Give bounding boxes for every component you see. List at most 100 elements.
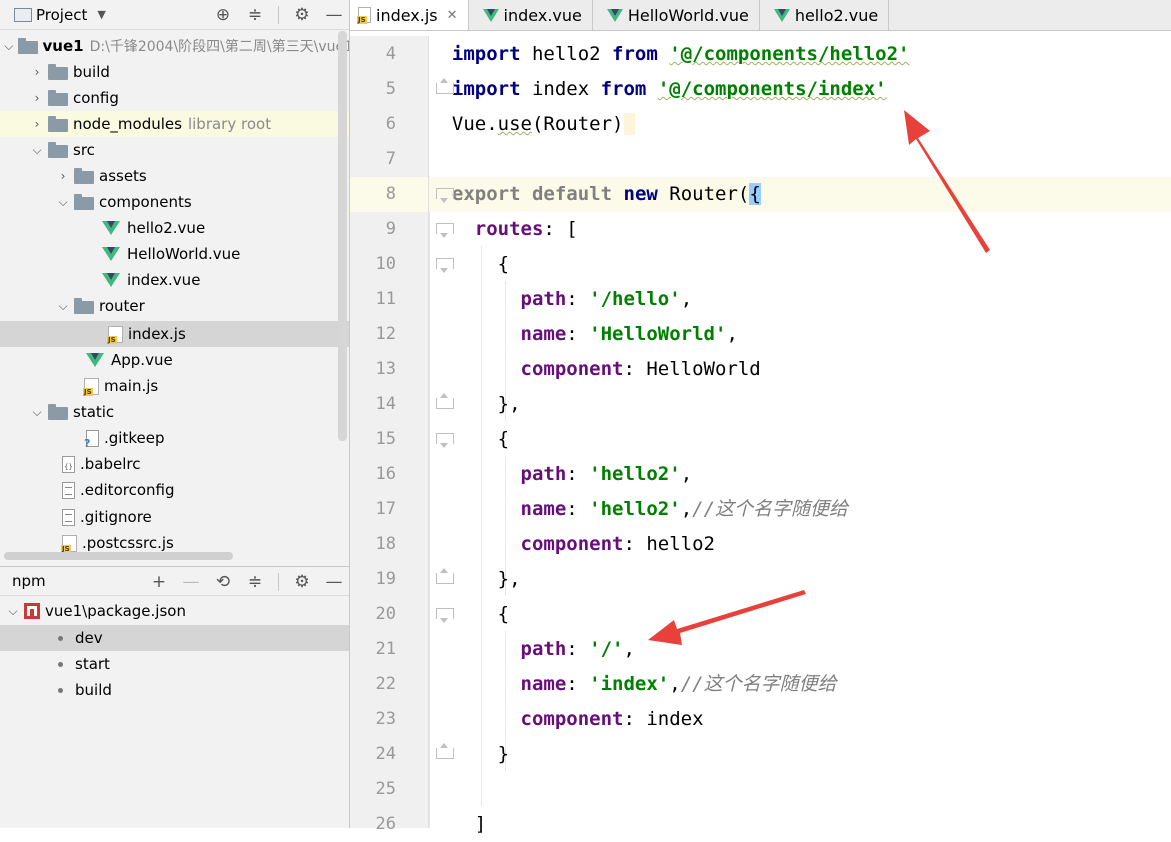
bullet-icon xyxy=(58,687,63,693)
tree-item-babelrc[interactable]: {} .babelrc xyxy=(0,451,349,477)
code-line-5: import index from '@/components/index' xyxy=(451,78,887,100)
npm-script-start[interactable]: start xyxy=(0,651,349,677)
folder-icon xyxy=(74,194,94,210)
folder-icon xyxy=(48,404,68,420)
js-file-icon xyxy=(107,325,123,344)
project-tree: ⌵ vue1 D:\千锋2004\阶段四\第二周\第三天\vue1 › buil… xyxy=(0,31,349,565)
tab-index-js[interactable]: index.js ✕ xyxy=(350,0,469,30)
tree-item-hello2-vue[interactable]: hello2.vue xyxy=(0,215,349,241)
tree-item-main-js[interactable]: main.js xyxy=(0,373,349,399)
tree-item-src[interactable]: ⌵ src xyxy=(0,137,349,163)
tab-hello2-vue[interactable]: hello2.vue xyxy=(760,0,890,30)
vue-file-icon xyxy=(102,273,120,287)
js-file-icon xyxy=(61,534,77,553)
line-number: 18 xyxy=(375,534,396,554)
vue-file-icon xyxy=(482,8,499,22)
chevron-right-icon[interactable]: › xyxy=(30,117,44,131)
npm-panel-title: npm xyxy=(12,572,46,590)
line-number: 4 xyxy=(385,44,396,64)
line-number: 14 xyxy=(375,394,396,414)
remove-icon[interactable]: — xyxy=(182,572,200,592)
tree-item-index-js[interactable]: index.js xyxy=(0,321,349,347)
code-line-11: path: '/hello', xyxy=(520,288,693,310)
chevron-down-icon[interactable]: ▼ xyxy=(97,8,105,21)
npm-package-icon xyxy=(24,603,40,619)
tree-item-router[interactable]: ⌵ router xyxy=(0,293,349,319)
fold-marker[interactable] xyxy=(436,393,454,409)
tree-item-node-modules[interactable]: › node_modules library root xyxy=(0,111,349,137)
minimize-icon[interactable]: — xyxy=(325,572,343,592)
gear-icon[interactable]: ⚙ xyxy=(293,5,311,25)
line-number: 22 xyxy=(375,674,396,694)
chevron-right-icon[interactable]: › xyxy=(30,91,44,105)
line-number-current: 8 xyxy=(350,177,428,212)
npm-script-dev[interactable]: dev xyxy=(0,625,349,651)
folder-icon xyxy=(48,142,68,158)
fold-marker[interactable] xyxy=(436,223,454,238)
npm-script-build[interactable]: build xyxy=(0,677,349,703)
chevron-down-icon[interactable]: ⌵ xyxy=(4,39,14,54)
bullet-icon xyxy=(58,661,63,667)
fold-marker[interactable] xyxy=(436,743,454,759)
code-line-15: { xyxy=(497,428,510,450)
close-icon[interactable]: ✕ xyxy=(447,8,458,23)
line-number: 15 xyxy=(375,429,396,449)
tree-item-editorconfig[interactable]: .editorconfig xyxy=(0,477,349,503)
fold-marker[interactable] xyxy=(436,78,454,94)
chevron-down-icon[interactable]: ⌵ xyxy=(30,143,44,158)
toolbar-separator xyxy=(278,573,279,591)
chevron-right-icon[interactable]: › xyxy=(56,169,70,183)
config-file-icon: {} xyxy=(62,455,75,473)
chevron-down-icon[interactable]: ⌵ xyxy=(56,299,70,314)
chevron-down-icon[interactable]: ⌵ xyxy=(56,195,70,210)
tree-item-gitignore[interactable]: .gitignore xyxy=(0,504,349,530)
fold-marker[interactable] xyxy=(436,188,454,203)
line-number: 5 xyxy=(385,79,396,99)
gutter-divider xyxy=(428,36,429,828)
tree-item-helloworld-vue[interactable]: HelloWorld.vue xyxy=(0,241,349,267)
collapse-all-icon[interactable]: ≑ xyxy=(246,5,264,25)
project-panel-title[interactable]: Project xyxy=(36,6,87,24)
tree-item-index-vue[interactable]: index.vue xyxy=(0,267,349,293)
minimize-icon[interactable]: — xyxy=(325,5,343,25)
tree-item-components[interactable]: ⌵ components xyxy=(0,189,349,215)
code-line-6: Vue.use(Router) xyxy=(429,107,1171,142)
tree-item-vue1[interactable]: ⌵ vue1 D:\千锋2004\阶段四\第二周\第三天\vue1 xyxy=(0,33,349,59)
tree-item-assets[interactable]: › assets xyxy=(0,163,349,189)
chevron-right-icon[interactable]: › xyxy=(30,65,44,79)
tab-index-vue[interactable]: index.vue xyxy=(469,0,593,30)
project-tree-hscrollbar[interactable] xyxy=(4,552,233,560)
fold-marker[interactable] xyxy=(436,433,454,448)
line-number: 23 xyxy=(375,709,396,729)
tree-item-app-vue[interactable]: App.vue xyxy=(0,347,349,373)
project-tree-scrollbar[interactable] xyxy=(338,31,347,441)
tree-item-build[interactable]: › build xyxy=(0,59,349,85)
toolbar-separator xyxy=(278,6,279,24)
vue-file-icon xyxy=(102,221,120,235)
add-icon[interactable]: + xyxy=(150,572,168,592)
refresh-icon[interactable]: ⟲ xyxy=(214,572,232,592)
collapse-all-icon[interactable]: ≑ xyxy=(246,572,264,592)
tab-helloworld-vue[interactable]: HelloWorld.vue xyxy=(593,0,760,30)
fold-marker[interactable] xyxy=(436,258,454,273)
fold-marker[interactable] xyxy=(436,608,454,623)
project-tool-window: Project ▼ ⊕ ≑ ⚙ — ⌵ vue1 D:\千锋2004\阶段四\第… xyxy=(0,0,350,828)
folder-icon xyxy=(74,298,94,314)
code-line-16: path: 'hello2', xyxy=(520,463,693,485)
vue-file-icon xyxy=(606,8,623,22)
tree-item-gitkeep[interactable]: .gitkeep xyxy=(0,425,349,451)
line-number: 12 xyxy=(375,324,396,344)
npm-package-item[interactable]: ⌵ vue1\package.json xyxy=(0,598,349,624)
code-line-9: routes: [ xyxy=(474,218,578,240)
tree-item-static[interactable]: ⌵ static xyxy=(0,399,349,425)
fold-marker[interactable] xyxy=(436,568,454,584)
code-line-13: component: HelloWorld xyxy=(520,358,761,380)
vue-file-icon xyxy=(773,8,790,22)
gear-icon[interactable]: ⚙ xyxy=(293,572,311,592)
locate-icon[interactable]: ⊕ xyxy=(214,5,232,25)
chevron-down-icon[interactable]: ⌵ xyxy=(6,604,20,619)
tree-item-config[interactable]: › config xyxy=(0,85,349,111)
chevron-down-icon[interactable]: ⌵ xyxy=(30,405,44,420)
line-number: 19 xyxy=(375,569,396,589)
code-editor[interactable]: import hello2 from '@/components/hello2'… xyxy=(429,36,1171,835)
